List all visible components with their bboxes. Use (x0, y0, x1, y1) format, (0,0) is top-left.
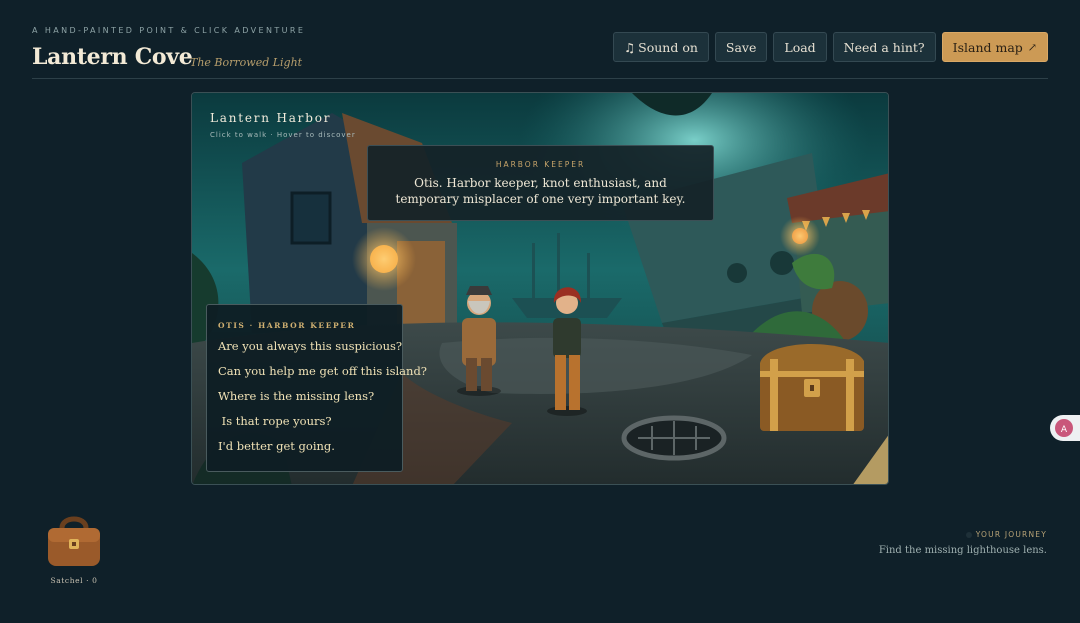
header-divider (32, 78, 1048, 79)
satchel-button[interactable]: Satchel · 0 (44, 514, 104, 585)
dialog-option[interactable]: Are you always this suspicious? (218, 339, 427, 364)
dialog-panel: OTIS · HARBOR KEEPER Are you always this… (206, 304, 427, 472)
satchel-label: Satchel · 0 (50, 576, 98, 585)
music-note-icon: ♫ (623, 39, 636, 55)
journey-heading-text: YOUR JOURNEY (975, 530, 1047, 539)
game-scene[interactable]: Lantern Harbor Click to walk · Hover to … (191, 92, 889, 485)
journey-dot-icon (965, 532, 972, 538)
island-map-button[interactable]: Island map ↗ (941, 32, 1048, 62)
top-nav: ♫ Sound on Save Load Need a hint? Island… (612, 32, 1048, 62)
tagline: A HAND-PAINTED POINT & CLICK ADVENTURE (32, 26, 306, 35)
sound-toggle-button[interactable]: ♫ Sound on (612, 32, 709, 62)
external-arrow-icon: ↗ (1027, 40, 1037, 54)
location-title: Lantern Harbor (210, 111, 332, 125)
dialog-option[interactable]: I'd better get going. (218, 439, 427, 464)
dialog-option[interactable]: Can you help me get off this island? (218, 364, 427, 389)
hint-button[interactable]: Need a hint? (832, 32, 936, 62)
location-hint: Click to walk · Hover to discover (210, 131, 356, 139)
dialog-heading: OTIS · HARBOR KEEPER (218, 321, 356, 330)
dialog-option[interactable]: Where is the missing lens? (218, 389, 427, 414)
dialog-option[interactable]: Is that rope yours? (218, 414, 427, 439)
island-map-label: Island map (952, 39, 1023, 55)
journey-panel: YOUR JOURNEY Find the missing lighthouse… (879, 530, 1047, 556)
svg-text:A: A (1061, 425, 1068, 435)
translate-float-button[interactable]: A (1050, 415, 1080, 441)
speech-bubble: HARBOR KEEPER Otis. Harbor keeper, knot … (367, 145, 714, 221)
journey-objective: Find the missing lighthouse lens. (878, 545, 1047, 556)
satchel-icon (48, 516, 100, 566)
dialog-options: Are you always this suspicious? Can you … (218, 339, 427, 464)
game-subtitle: The Borrowed Light (190, 56, 303, 69)
speech-speaker: HARBOR KEEPER (495, 160, 586, 169)
journey-heading: YOUR JOURNEY (879, 530, 1047, 539)
treasure-chest[interactable] (760, 343, 864, 431)
load-button[interactable]: Load (773, 32, 827, 62)
translate-icon: A (1055, 419, 1073, 437)
game-title: Lantern Cove (32, 44, 193, 70)
speech-text: Otis. Harbor keeper, knot enthusiast, an… (395, 176, 686, 206)
sound-label: Sound on (638, 39, 698, 55)
save-button[interactable]: Save (714, 32, 768, 62)
